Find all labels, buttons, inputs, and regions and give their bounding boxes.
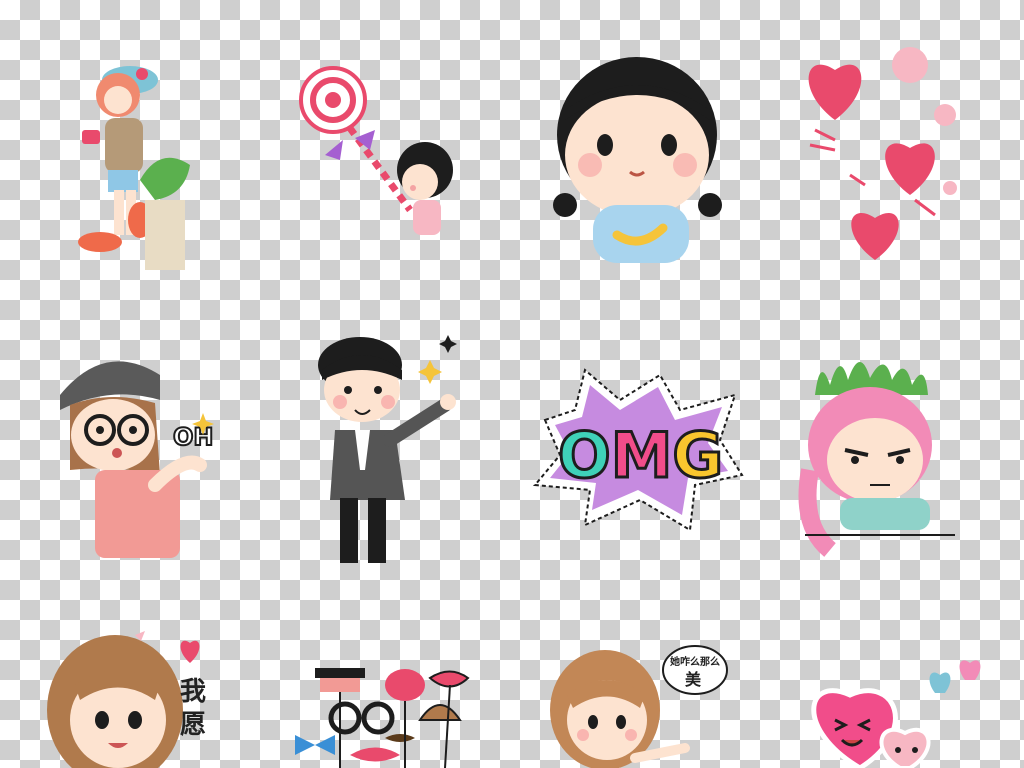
sticker-curly-girl-speech[interactable]: 她咋么那么 美 (545, 640, 730, 768)
bubble-line-1: 她咋么那么 (670, 655, 720, 668)
sticker-omg-burst[interactable]: OMG (530, 365, 745, 535)
wish-char-1: 我 (180, 677, 206, 707)
sticker-smiling-hearts[interactable] (790, 655, 990, 768)
svg-text:OMG: OMG (558, 419, 723, 492)
sticker-girl-with-plant[interactable] (70, 50, 200, 275)
sticker-grass-hair-girl[interactable] (798, 350, 960, 557)
omg-letter-o: O (558, 419, 611, 492)
sticker-pink-hearts[interactable] (795, 40, 975, 265)
sticker-girl-pigtails-banana[interactable] (545, 40, 730, 265)
wish-char-2: 愿 (180, 710, 206, 740)
sticker-boy-pointing[interactable] (310, 330, 470, 575)
sticker-photo-booth-props[interactable] (290, 650, 485, 768)
sticker-sheet-canvas: { "stickers": { "omg": { "text": "OMG", … (0, 0, 1024, 768)
oh-text: OH (173, 423, 214, 451)
omg-letter-g: G (672, 419, 723, 492)
sticker-girl-glasses-oh[interactable]: OH (55, 345, 225, 560)
omg-letter-m: M (611, 419, 673, 492)
sticker-girl-with-lollipop[interactable] (295, 60, 480, 240)
bubble-line-2: 美 (685, 670, 702, 689)
sticker-brown-hair-girl-wish[interactable]: 我 愿 (40, 625, 225, 768)
